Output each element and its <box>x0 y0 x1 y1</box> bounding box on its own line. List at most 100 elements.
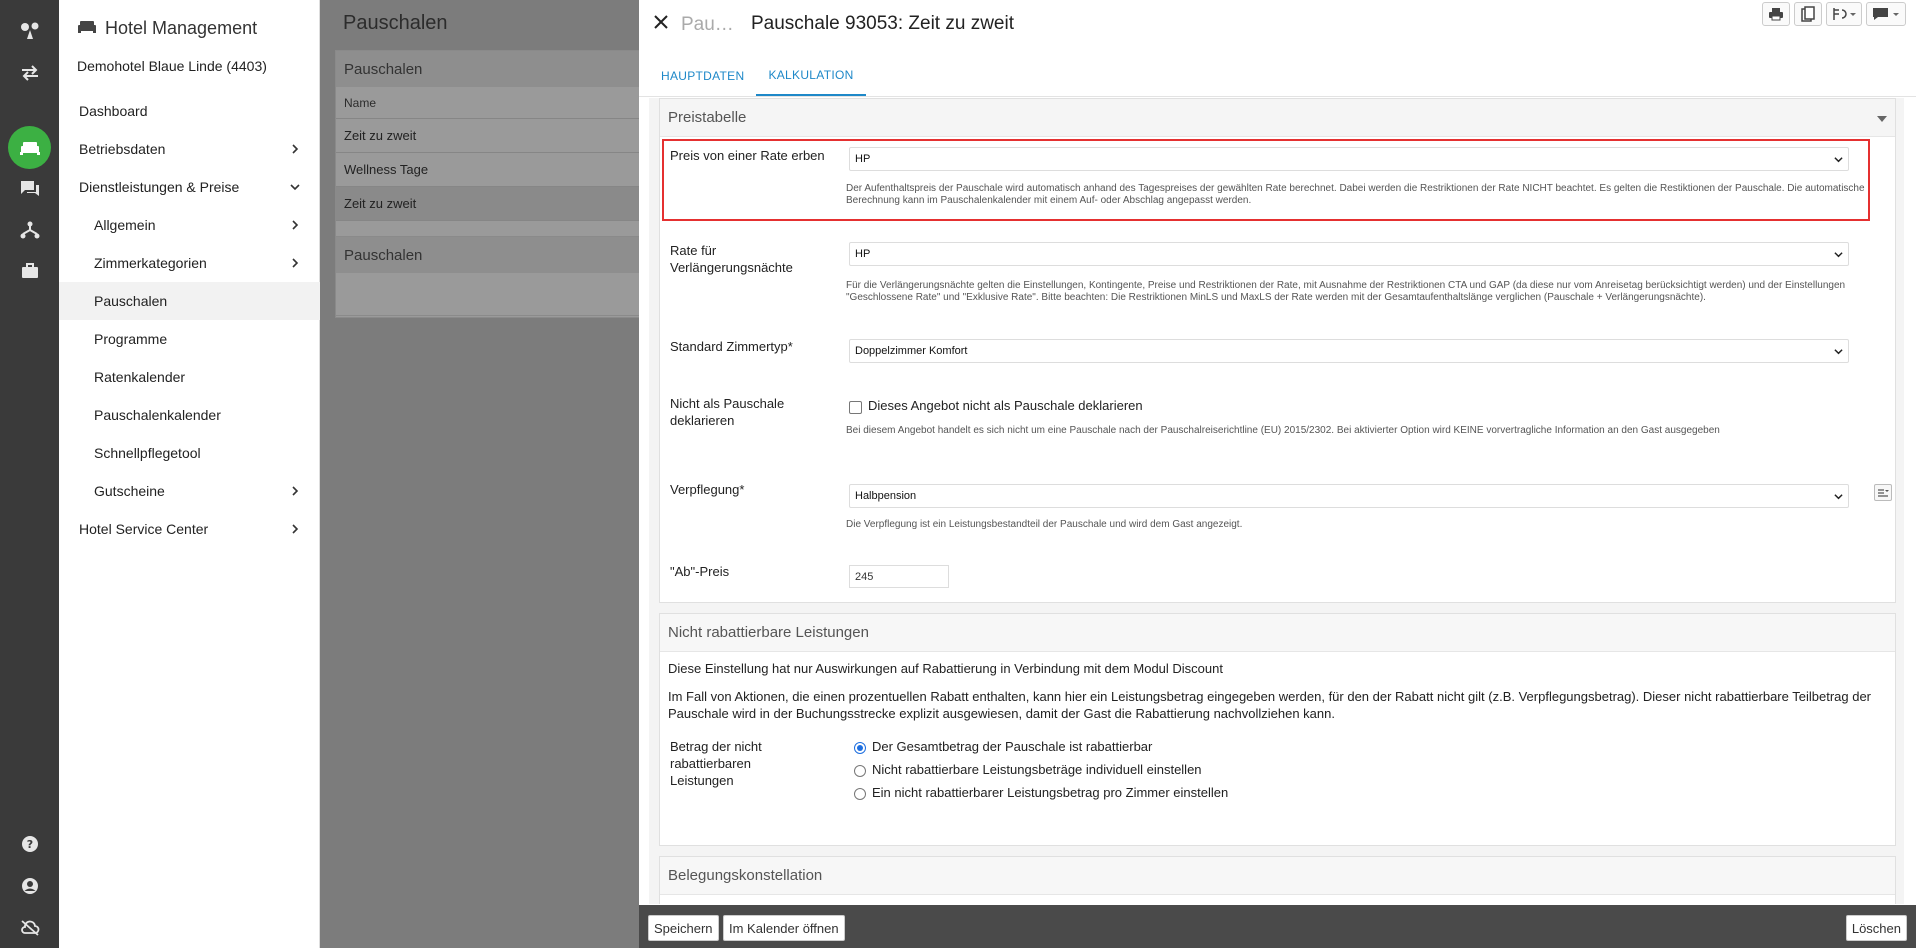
sitemap-icon[interactable] <box>0 213 59 247</box>
cloud-off-icon[interactable] <box>0 911 59 945</box>
switch-icon[interactable] <box>0 56 59 90</box>
tab-hauptdaten[interactable]: HAUPTDATEN <box>649 56 756 96</box>
radio-per-room-amount[interactable] <box>854 788 866 800</box>
select-extension-rate[interactable]: HP <box>849 242 1849 266</box>
modal-title: Pauschale 93053: Zeit zu zweit <box>751 13 1014 34</box>
help-extension-rate: Für die Verlängerungsnächte gelten die E… <box>846 280 1846 303</box>
hotel-name: Demohotel Blaue Linde (4403) <box>77 58 267 74</box>
svg-text:?: ? <box>26 838 32 851</box>
nav-pauschalenkalender[interactable]: Pauschalenkalender <box>59 396 320 434</box>
label-from-price: "Ab"-Preis <box>670 564 730 579</box>
radio-label-per-room-amount[interactable]: Ein nicht rabattierbarer Leistungsbetrag… <box>872 785 1228 800</box>
row-meal: Verpflegung* Halbpension Die Verpflegung… <box>660 477 1897 537</box>
user-icon[interactable] <box>0 869 59 903</box>
chevron-right-icon <box>292 524 299 534</box>
chevron-right-icon <box>292 258 299 268</box>
chevron-down-icon <box>290 184 300 191</box>
from-price-input[interactable]: 245 <box>849 565 949 588</box>
delete-button[interactable]: Löschen <box>1845 915 1907 941</box>
discount-description: Im Fall von Aktionen, die einen prozentu… <box>668 689 1872 721</box>
table-row[interactable]: Wellness Tage <box>336 153 639 187</box>
section-header-preistabelle[interactable]: Preistabelle <box>660 99 1895 137</box>
hotel-icon[interactable] <box>0 131 59 165</box>
section-occupancy: Belegungskonstellation <box>659 856 1896 904</box>
label-declare: Nicht als Pauschale deklarieren <box>670 396 785 428</box>
radio-individual-amounts[interactable] <box>854 765 866 777</box>
open-calendar-button[interactable]: Im Kalender öffnen <box>723 915 845 941</box>
row-declare: Nicht als Pauschale deklarieren Dieses A… <box>660 395 1897 455</box>
chevron-right-icon <box>292 220 299 230</box>
collapse-caret-icon[interactable] <box>1877 116 1887 122</box>
help-declare: Bei diesem Angebot handelt es sich nicht… <box>846 425 1720 436</box>
close-icon[interactable] <box>651 12 671 32</box>
hotel-logo-icon <box>77 18 97 39</box>
help-meal: Die Verpflegung ist ein Leistungsbestand… <box>846 519 1243 530</box>
row-inherit-rate: Preis von einer Rate erben HP Der Aufent… <box>660 139 1897 221</box>
table-row[interactable]: Zeit zu zweit <box>336 119 639 153</box>
nav-dienstleistungen-preise[interactable]: Dienstleistungen & Preise <box>59 168 320 206</box>
comment-menu-icon[interactable] <box>1866 2 1906 26</box>
save-button[interactable]: Speichern <box>648 915 719 941</box>
select-inherit-rate[interactable]: HP <box>849 147 1849 171</box>
background-page-title: Pauschalen <box>343 12 448 34</box>
icon-rail: ? <box>0 0 59 948</box>
section-non-discountable: Nicht rabattierbare Leistungen Diese Ein… <box>659 613 1896 846</box>
label-discount-amount: Betrag der nicht rabattierbaren Leistung… <box>670 739 762 788</box>
chevron-right-icon <box>292 144 299 154</box>
app-title: Hotel Management <box>77 18 257 39</box>
select-room-type[interactable]: Doppelzimmer Komfort <box>849 339 1849 363</box>
row-from-price: "Ab"-Preis 245 <box>660 561 1897 591</box>
section-header-non-discountable[interactable]: Nicht rabattierbare Leistungen <box>660 614 1895 652</box>
tab-kalkulation[interactable]: KALKULATION <box>756 56 866 96</box>
package-modal: Pau… Pauschale 93053: Zeit zu zweit HAUP… <box>639 0 1916 948</box>
chat-icon[interactable] <box>0 172 59 206</box>
select-meal[interactable]: Halbpension <box>849 484 1849 508</box>
logo-icon[interactable] <box>0 14 59 48</box>
chevron-down-icon <box>1834 252 1843 258</box>
row-extension-rate: Rate für Verlängerungsnächte HP Für die … <box>660 236 1897 316</box>
nav-programme[interactable]: Programme <box>59 320 320 358</box>
sidebar: Hotel Management Demohotel Blaue Linde (… <box>59 0 320 948</box>
copy-icon[interactable] <box>1794 2 1822 26</box>
print-icon[interactable] <box>1762 2 1790 26</box>
breadcrumb[interactable]: Pau… <box>681 14 734 36</box>
briefcase-icon[interactable] <box>0 254 59 288</box>
column-header-name: Name <box>336 87 639 119</box>
label-meal: Verpflegung* <box>670 482 745 497</box>
tab-divider <box>639 96 1916 97</box>
background-list-area: Pauschalen Pauschalen Name Zeit zu zweit… <box>320 0 640 948</box>
nav-schnellpflegetool[interactable]: Schnellpflegetool <box>59 434 320 472</box>
section-preistabelle: Preistabelle Preis von einer Rate erben … <box>659 98 1896 603</box>
radio-label-individual-amounts[interactable]: Nicht rabattierbare Leistungsbeträge ind… <box>872 762 1202 777</box>
modal-footer: Speichern Im Kalender öffnen Löschen <box>639 905 1916 948</box>
label-extension-rate: Rate für Verlängerungsnächte <box>670 243 793 275</box>
nav-dashboard[interactable]: Dashboard <box>59 92 320 130</box>
table-row[interactable]: Zeit zu zweit <box>336 187 639 221</box>
nav-pauschalen[interactable]: Pauschalen <box>59 282 320 320</box>
nav-zimmerkategorien[interactable]: Zimmerkategorien <box>59 244 320 282</box>
declare-checkbox[interactable] <box>849 401 862 414</box>
background-card-header: Pauschalen <box>336 237 639 273</box>
nav-hotel-service-center[interactable]: Hotel Service Center <box>59 510 320 548</box>
history-menu-icon[interactable] <box>1826 2 1862 26</box>
section-header-occupancy[interactable]: Belegungskonstellation <box>660 857 1895 895</box>
radio-total-discountable[interactable] <box>854 742 866 754</box>
tab-bar: HAUPTDATEN KALKULATION <box>649 56 866 96</box>
radio-label-total-discountable[interactable]: Der Gesamtbetrag der Pauschale ist rabat… <box>872 739 1152 754</box>
nav-gutscheine[interactable]: Gutscheine <box>59 472 320 510</box>
nav-betriebsdaten[interactable]: Betriebsdaten <box>59 130 320 168</box>
help-inherit-rate: Der Aufenthaltspreis der Pauschale wird … <box>846 183 1865 206</box>
row-room-type: Standard Zimmertyp* Doppelzimmer Komfort <box>660 334 1897 374</box>
nav-allgemein[interactable]: Allgemein <box>59 206 320 244</box>
chevron-right-icon <box>292 486 299 496</box>
background-card-second: Pauschalen <box>335 236 640 316</box>
chevron-down-icon <box>1834 349 1843 355</box>
help-icon[interactable]: ? <box>0 827 59 861</box>
list-filter-icon[interactable] <box>1874 484 1892 501</box>
modal-content: Preistabelle Preis von einer Rate erben … <box>649 98 1904 904</box>
discount-info-text: Diese Einstellung hat nur Auswirkungen a… <box>668 661 1223 676</box>
chevron-down-icon <box>1834 494 1843 500</box>
nav-ratenkalender[interactable]: Ratenkalender <box>59 358 320 396</box>
declare-checkbox-label[interactable]: Dieses Angebot nicht als Pauschale dekla… <box>868 398 1143 413</box>
toolbar <box>1762 2 1906 26</box>
